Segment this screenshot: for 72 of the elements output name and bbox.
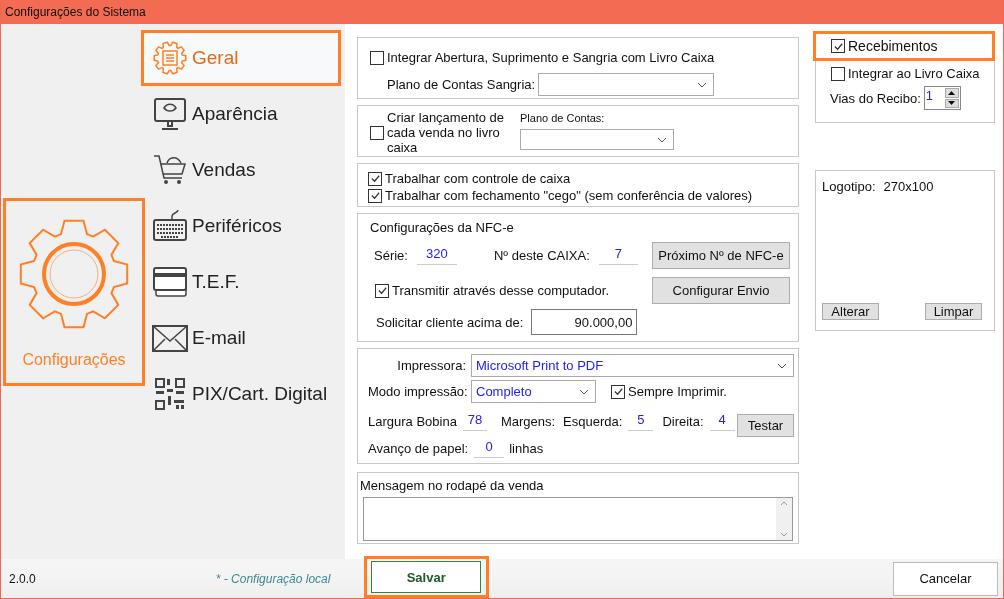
checkbox-label: Transmitir através desse computador. <box>392 283 609 298</box>
spin-up-button[interactable] <box>944 88 959 98</box>
sidebar-item[interactable]: Aparência <box>141 86 341 142</box>
group-title: Configurações da NFC-e <box>370 220 514 235</box>
spin-down-button[interactable] <box>944 98 959 108</box>
gear-icon <box>19 219 129 329</box>
logo-size: 270x100 <box>883 179 934 194</box>
gear-icon <box>152 40 188 76</box>
checkbox[interactable] <box>370 126 384 140</box>
number-field[interactable]: 78 <box>462 411 487 431</box>
checkbox-label: Integrar Abertura, Suprimento e Sangria com Livro Caixa <box>387 50 715 65</box>
up-arrow-icon <box>948 90 956 95</box>
save-button[interactable]: Salvar <box>371 561 482 593</box>
monitor-icon <box>152 96 188 132</box>
checkbox-label: Criar lançamento de cada venda no livro caixa <box>387 109 506 155</box>
credit-card-icon <box>152 264 188 300</box>
mode-dropdown[interactable]: Completo <box>471 380 596 403</box>
unit-label: linhas <box>509 441 544 456</box>
hint-text: * - Configuração local <box>215 571 332 586</box>
checkbox[interactable] <box>375 283 389 298</box>
configure-send-button[interactable]: Configurar Envio <box>652 277 790 304</box>
checkbox[interactable] <box>370 50 384 65</box>
printer-dropdown[interactable]: Microsoft Print to PDF <box>471 354 794 377</box>
chevron-down-icon <box>579 388 589 395</box>
sidebar-item[interactable]: Vendas <box>141 142 341 198</box>
checkbox-label: Integrar ao Livro Caixa <box>848 66 980 81</box>
field-label: Largura Bobina <box>368 413 457 429</box>
field-label: Série: <box>374 247 408 263</box>
number-field[interactable]: 320 <box>416 245 457 265</box>
window-title: Configurações do Sistema <box>5 5 146 19</box>
field-label: Modo impressão: <box>368 384 466 399</box>
amount-field[interactable]: 90.000,00 <box>531 309 638 335</box>
number-field[interactable]: 4 <box>709 411 735 431</box>
message-field[interactable] <box>363 497 793 541</box>
field-label: Nº deste CAIXA: <box>493 247 590 263</box>
field-label: Impressora: <box>396 358 466 373</box>
cancel-button[interactable]: Cancelar <box>893 561 998 596</box>
keyboard-icon <box>152 208 188 244</box>
field-label: Logotipo: <box>822 179 876 194</box>
field-label: Plano de Contas: <box>520 112 606 124</box>
chevron-down-icon <box>657 136 667 143</box>
field-label: Avanço de papel: <box>368 441 469 456</box>
field-label: Mensagem no rodapé da venda <box>360 478 544 493</box>
number-field[interactable]: 7 <box>598 245 638 265</box>
checkbox-label: Trabalhar com fechamento "cego" (sem conferência de valores) <box>385 188 753 203</box>
checkbox-label: Recebimentos <box>848 38 938 54</box>
module-label: Configurações <box>22 351 126 369</box>
field-label: Esquerda: <box>563 413 623 429</box>
field-label: Direita: <box>662 413 704 429</box>
logo-button[interactable]: Limpar <box>925 303 982 320</box>
field-label: Margens: <box>500 413 556 429</box>
test-button[interactable]: Testar <box>737 413 794 437</box>
logo-button[interactable]: Alterar <box>822 303 879 320</box>
checkbox-label: Sempre Imprimir. <box>628 384 727 399</box>
checkbox[interactable] <box>368 171 382 186</box>
chevron-down-icon <box>777 362 787 369</box>
field-label: Vias do Recibo: <box>830 90 921 106</box>
chevron-down-icon <box>697 81 708 88</box>
number-spinner[interactable]: 1 <box>923 86 961 110</box>
qr-code-icon <box>152 376 188 412</box>
number-field[interactable]: 5 <box>628 411 654 431</box>
field-label: Solicitar cliente acima de: <box>376 314 524 330</box>
field-label: Plano de Contas Sangria: <box>387 77 536 92</box>
checkbox[interactable] <box>368 188 382 203</box>
version-label: 2.0.0 <box>9 571 36 586</box>
checkbox[interactable] <box>611 384 625 399</box>
checkbox[interactable] <box>831 39 845 53</box>
down-arrow-icon <box>948 101 956 106</box>
checkbox[interactable] <box>831 66 845 81</box>
checkbox-label: Trabalhar com controle de caixa <box>385 171 571 186</box>
next-number-button[interactable]: Próximo Nº de NFC-e <box>652 241 790 269</box>
number-field[interactable]: 0 <box>474 439 505 458</box>
